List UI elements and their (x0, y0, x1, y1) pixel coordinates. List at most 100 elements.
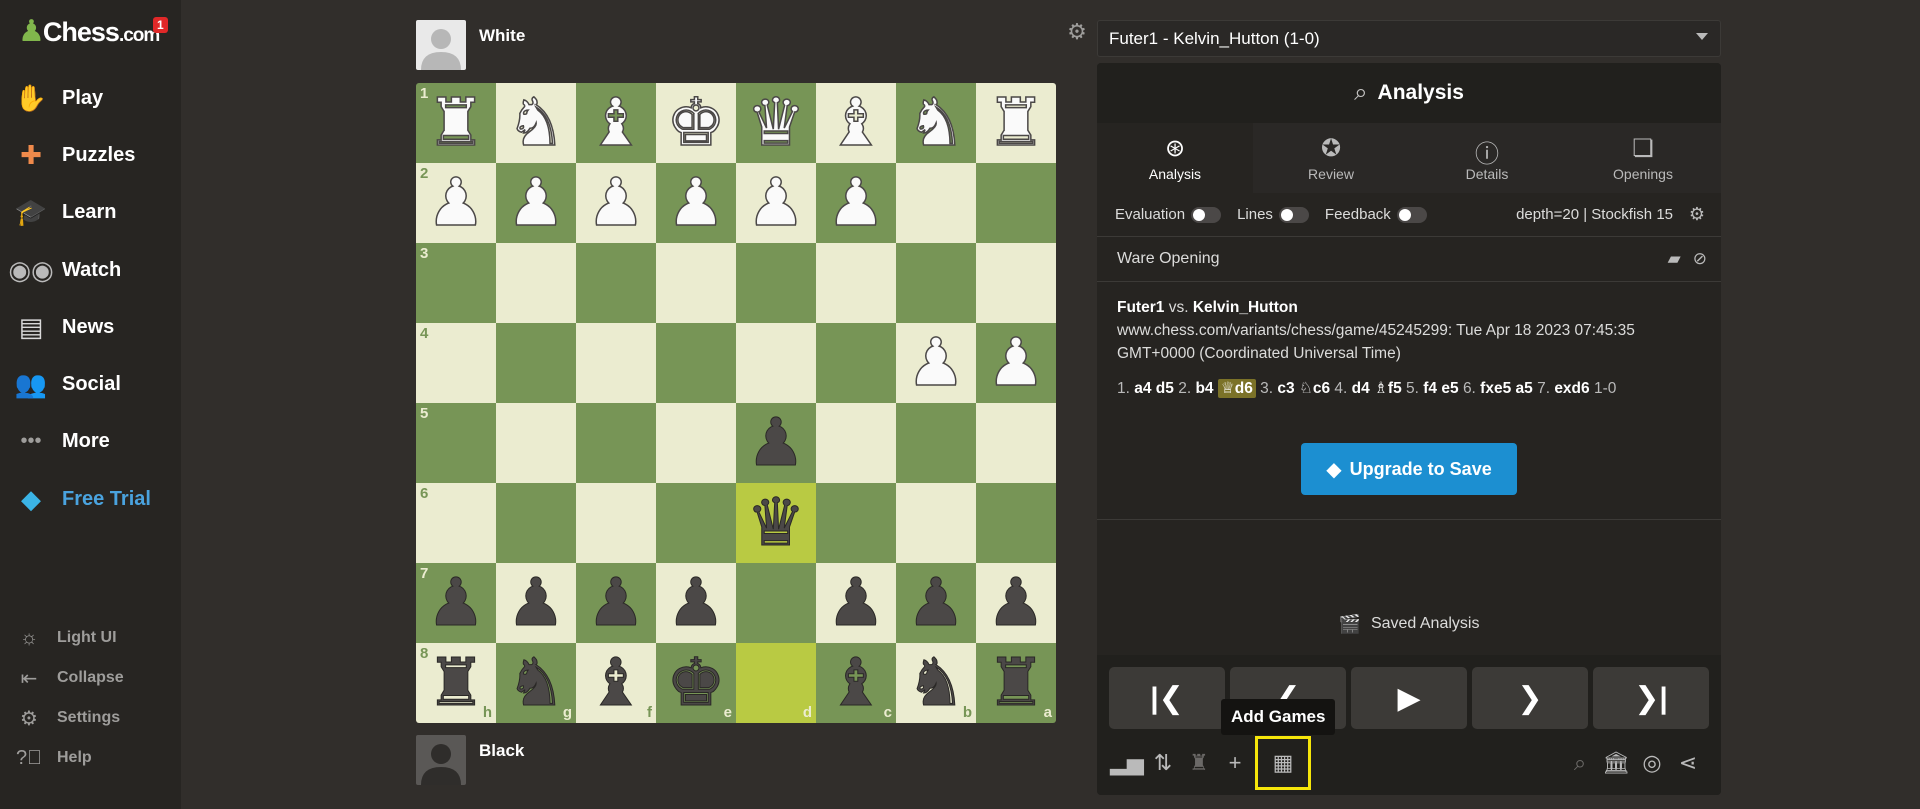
board-square[interactable]: b ♞ (896, 643, 976, 723)
share-icon[interactable]: ⋖ (1670, 745, 1706, 781)
board-square[interactable]: f ♝ (576, 643, 656, 723)
board-square[interactable]: c ♝ (816, 643, 896, 723)
board-square[interactable] (736, 243, 816, 323)
move[interactable]: b4 (1195, 380, 1213, 397)
player-name[interactable]: Black (479, 741, 524, 761)
board-square[interactable]: a ♜ (976, 643, 1056, 723)
board-square[interactable]: 2 ♟ (416, 163, 496, 243)
nav-news[interactable]: ▤ News (14, 307, 115, 347)
black-pawn-icon[interactable]: ♟ (906, 569, 966, 636)
black-bishop-icon[interactable]: ♝ (586, 649, 646, 716)
black-rook-icon[interactable]: ♜ (426, 649, 486, 716)
black-pawn-icon[interactable]: ♟ (586, 569, 646, 636)
board-square[interactable] (576, 483, 656, 563)
tab-openings[interactable]: ❏ Openings (1565, 123, 1721, 193)
nav-play[interactable]: ✋ Play (14, 78, 103, 118)
board-square[interactable]: ♝ (576, 83, 656, 163)
engine-info[interactable]: depth=20 | Stockfish 15 (1516, 206, 1673, 223)
white-pawn-icon[interactable]: ♟ (986, 329, 1047, 397)
board-square[interactable] (656, 323, 736, 403)
board-square[interactable]: e ♚ (656, 643, 736, 723)
board-square[interactable] (576, 323, 656, 403)
board-square[interactable]: 6 (416, 483, 496, 563)
board-square[interactable]: ♟ (576, 163, 656, 243)
board-square[interactable]: g ♞ (496, 643, 576, 723)
board-square[interactable]: ♝ (816, 83, 896, 163)
board-square[interactable]: ♟ (736, 403, 816, 483)
board-square[interactable] (976, 243, 1056, 323)
board-square[interactable]: ♞ (896, 83, 976, 163)
light-ui-button[interactable]: ☼ Light UI (16, 623, 117, 653)
white-pawn-icon[interactable]: ♟ (426, 169, 487, 237)
white-rook-icon[interactable]: ♜ (986, 89, 1047, 157)
board-square[interactable] (976, 163, 1056, 243)
target-icon[interactable]: ◎ (1634, 745, 1670, 781)
move[interactable]: f4 (1423, 380, 1437, 397)
board-square[interactable]: ♟ (816, 163, 896, 243)
tab-analysis[interactable]: ⊛ Analysis (1097, 123, 1253, 193)
board-square[interactable]: ♞ (496, 83, 576, 163)
tab-details[interactable]: ⓘ Details (1409, 123, 1565, 193)
help-button[interactable]: ?⃝ Help (16, 743, 92, 773)
book-icon[interactable]: ▰ (1668, 249, 1681, 269)
board-square[interactable]: ♚ (656, 83, 736, 163)
last-move-button[interactable]: ❯| (1593, 667, 1709, 729)
board-square[interactable] (576, 403, 656, 483)
board-square[interactable] (896, 243, 976, 323)
board-square[interactable]: ♟ (896, 563, 976, 643)
move[interactable]: a4 (1134, 380, 1151, 397)
board-square[interactable]: ♟ (976, 563, 1056, 643)
board-square[interactable]: ♛ (736, 83, 816, 163)
white-bishop-icon[interactable]: ♝ (826, 89, 887, 157)
board-square[interactable]: d (736, 643, 816, 723)
move[interactable]: exd6 (1554, 380, 1589, 397)
board-square[interactable] (656, 243, 736, 323)
board-square[interactable]: ♟ (736, 163, 816, 243)
black-king-icon[interactable]: ♚ (666, 649, 726, 716)
board-square[interactable]: 4 (416, 323, 496, 403)
move[interactable]: fxe5 (1480, 380, 1511, 397)
board-square[interactable] (816, 483, 896, 563)
black-rook-icon[interactable]: ♜ (986, 649, 1046, 716)
toggle-switch[interactable] (1278, 206, 1309, 223)
board-square[interactable] (816, 243, 896, 323)
black-pawn-icon[interactable]: ♟ (826, 569, 886, 636)
board-square[interactable]: 1 ♜ (416, 83, 496, 163)
move[interactable]: c3 (1277, 380, 1294, 397)
board-square[interactable] (896, 163, 976, 243)
flip-board-icon[interactable]: ⇅ (1145, 745, 1181, 781)
game-select[interactable]: Futer1 - Kelvin_Hutton (1-0) (1097, 20, 1721, 57)
tab-review[interactable]: ✪ Review (1253, 123, 1409, 193)
move[interactable]: d4 (1352, 380, 1370, 397)
first-move-button[interactable]: |❮ (1109, 667, 1225, 729)
evaluation-toggle[interactable]: Evaluation (1115, 206, 1222, 223)
upgrade-to-save-button[interactable]: ◆ Upgrade to Save (1301, 443, 1517, 495)
white-pawn-icon[interactable]: ♟ (666, 169, 727, 237)
black-pawn-icon[interactable]: ♟ (426, 569, 486, 636)
board-square[interactable]: ♟ (496, 563, 576, 643)
move[interactable]: d5 (1156, 380, 1174, 397)
white-queen-icon[interactable]: ♛ (746, 89, 807, 157)
add-games-button[interactable]: ▦ (1255, 736, 1311, 790)
white-pawn-icon[interactable]: ♟ (506, 169, 567, 237)
board-square[interactable] (816, 403, 896, 483)
saved-analysis-button[interactable]: 🎬 Saved Analysis (1097, 609, 1721, 639)
board-square[interactable] (816, 323, 896, 403)
white-pawn-icon[interactable]: ♟ (826, 169, 887, 237)
black-pawn-icon[interactable]: ♟ (746, 409, 806, 476)
black-pawn-icon[interactable]: ♟ (506, 569, 566, 636)
board-square[interactable] (496, 483, 576, 563)
board-square[interactable]: ♟ (576, 563, 656, 643)
plus-icon[interactable]: + (1217, 745, 1253, 781)
board-square[interactable] (976, 483, 1056, 563)
move[interactable]: e5 (1441, 380, 1458, 397)
board-square[interactable]: ♟ (896, 323, 976, 403)
feedback-toggle[interactable]: Feedback (1325, 206, 1427, 223)
chess-pieces-icon[interactable]: ♜ (1181, 745, 1217, 781)
avatar[interactable] (416, 20, 466, 70)
board-square[interactable] (736, 323, 816, 403)
board-square[interactable]: ♜ (976, 83, 1056, 163)
board-square[interactable]: 8 h ♜ (416, 643, 496, 723)
collapse-button[interactable]: ⇤ Collapse (16, 663, 124, 693)
board-square[interactable] (896, 483, 976, 563)
